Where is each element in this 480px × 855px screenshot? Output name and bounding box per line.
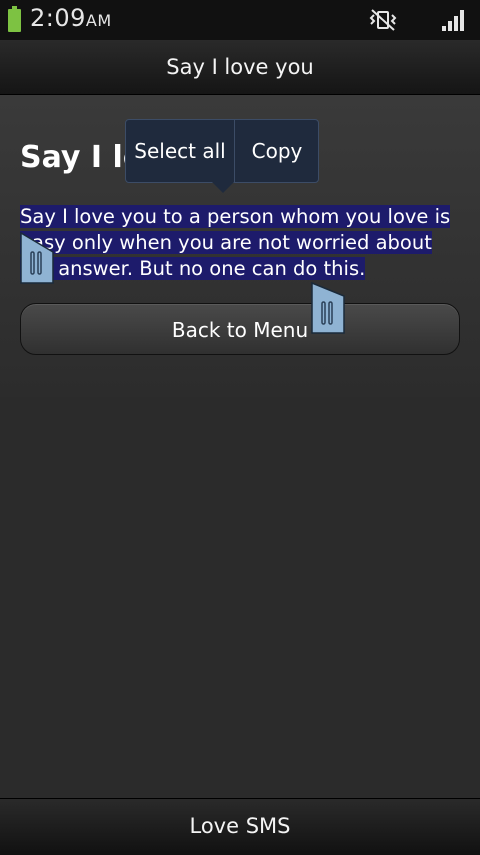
select-all-button[interactable]: Select all (126, 120, 234, 182)
clock: 2:09AM (30, 4, 112, 32)
text-selection-popup: Select all Copy (125, 119, 319, 193)
title-bar: Say I love you (0, 40, 480, 95)
page-heading: Say I love you (20, 140, 132, 175)
message-text[interactable]: Say I love you to a person whom you love… (20, 204, 460, 282)
popup-pointer (212, 182, 234, 193)
copy-button[interactable]: Copy (235, 120, 319, 182)
signal-icon (442, 10, 464, 31)
selection-end-handle[interactable] (311, 282, 345, 334)
bottom-bar[interactable]: Love SMS (0, 798, 480, 855)
battery-icon (8, 6, 21, 32)
selected-text[interactable]: Say I love you to a person whom you love… (20, 205, 451, 280)
status-bar: 2:09AM (0, 0, 480, 40)
mute-vibrate-icon (369, 9, 397, 31)
clock-ampm: AM (85, 11, 112, 30)
clock-time: 2:09 (30, 4, 86, 32)
selection-start-handle[interactable] (20, 232, 54, 284)
back-to-menu-button[interactable]: Back to Menu (20, 303, 460, 355)
